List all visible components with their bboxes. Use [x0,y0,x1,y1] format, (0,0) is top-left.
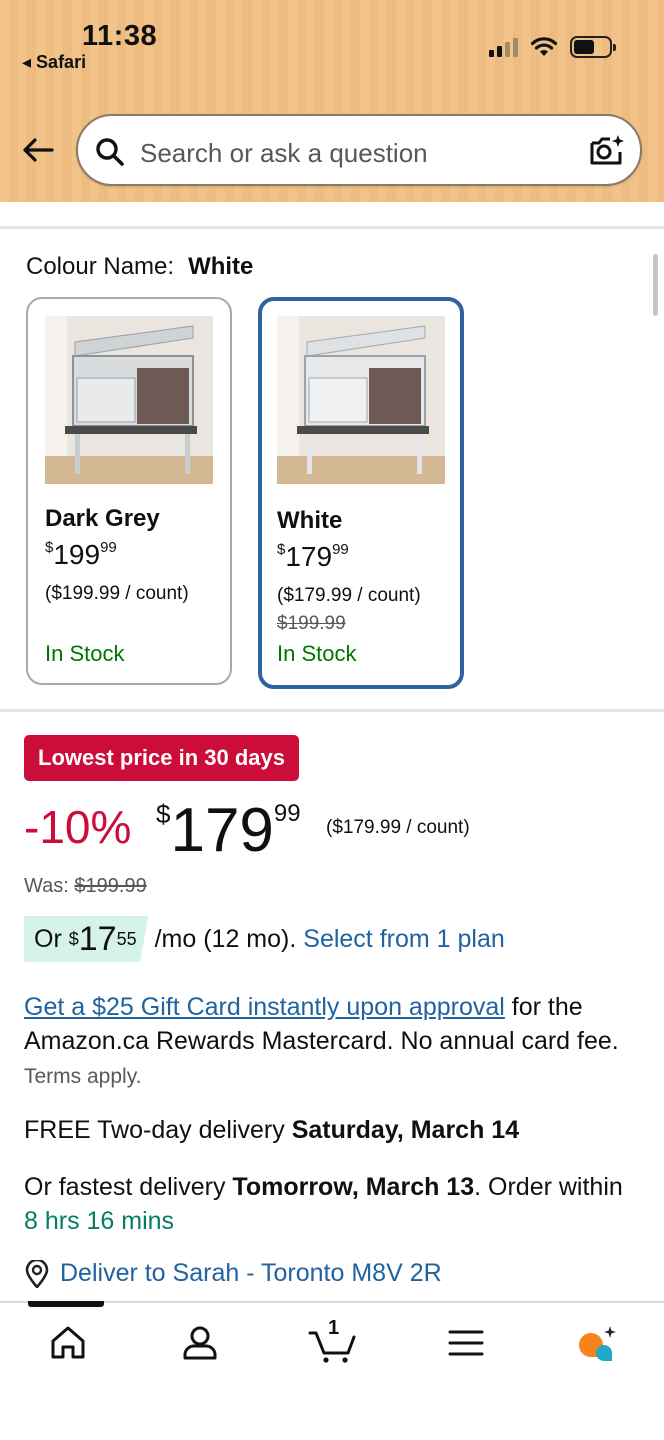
option-was-price: $199.99 [277,613,346,634]
section-divider [0,226,664,229]
deliver-to-text: Deliver to Sarah - Toronto M8V 2R [60,1259,442,1287]
status-time: 11:38 [82,20,158,52]
installment-amount: Or $17 55 [24,916,151,962]
option-unit-price: ($199.99 / count) [45,583,189,604]
terms-link[interactable]: Terms apply. [24,1065,141,1088]
back-app-label: Safari [36,52,87,72]
option-name: White [277,507,343,534]
section-divider [0,709,664,712]
back-to-app[interactable]: ◂ Safari [22,52,86,73]
select-plan-link[interactable]: Select from 1 plan [303,925,505,954]
option-price: $17999 [277,541,349,572]
product-thumbnail [277,316,445,484]
account-icon[interactable] [180,1323,220,1363]
colour-label-text: Colour Name: [26,253,175,280]
option-stock: In Stock [45,641,125,666]
discount-percent: -10% [24,801,132,853]
installment-term: /mo (12 mo). [154,924,297,953]
menu-icon[interactable] [446,1323,486,1363]
gift-card-link[interactable]: Get a $25 Gift Card instantly upon appro… [24,993,505,1021]
main-unit-price: ($179.99 / count) [326,817,470,838]
deliver-to-link[interactable]: Deliver to Sarah - Toronto M8V 2R [24,1259,442,1288]
option-price: $19999 [45,539,117,570]
product-thumbnail [45,316,213,484]
home-icon[interactable] [48,1323,88,1363]
status-icons [489,36,616,58]
back-arrow-icon[interactable] [20,132,56,168]
delivery-countdown: 8 hrs 16 mins [24,1207,175,1235]
credit-card-promo: Get a $25 Gift Card instantly upon appro… [24,990,634,1094]
search-input[interactable]: Search or ask a question [140,138,428,169]
main-price: $17999 [156,796,301,865]
wifi-icon [530,37,558,56]
option-name: Dark Grey [45,505,160,532]
rufus-assistant-icon[interactable] [576,1323,616,1363]
cart-count-badge: 1 [328,1317,340,1339]
colour-option-white[interactable]: White $17999 ($179.99 / count) $199.99 I… [258,297,464,689]
search-icon [96,138,124,166]
signal-icon [489,37,518,57]
bottom-nav: 1 [0,1301,664,1440]
fastest-delivery: Or fastest delivery Tomorrow, March 13. … [24,1173,623,1235]
scrollbar[interactable] [653,254,658,316]
location-pin-icon [25,1259,49,1288]
option-unit-price: ($179.99 / count) [277,585,421,606]
header: 11:38 ◂ Safari Search or ask a question [0,0,664,202]
colour-name-label: Colour Name: White [26,253,253,281]
free-delivery: FREE Two-day delivery Saturday, March 14 [24,1116,520,1144]
was-price: Was: $199.99 [24,875,147,897]
battery-icon [570,36,616,58]
search-bar[interactable]: Search or ask a question [76,114,642,186]
option-stock: In Stock [277,641,357,666]
deal-badge: Lowest price in 30 days [24,735,299,781]
colour-option-dark-grey[interactable]: Dark Grey $19999 ($199.99 / count) In St… [26,297,232,685]
installment-row: Or $17 55 /mo (12 mo). Select from 1 plan [24,916,505,962]
active-tab-indicator [28,1301,104,1307]
camera-search-icon[interactable] [588,132,626,170]
colour-selected-value: White [188,253,254,280]
